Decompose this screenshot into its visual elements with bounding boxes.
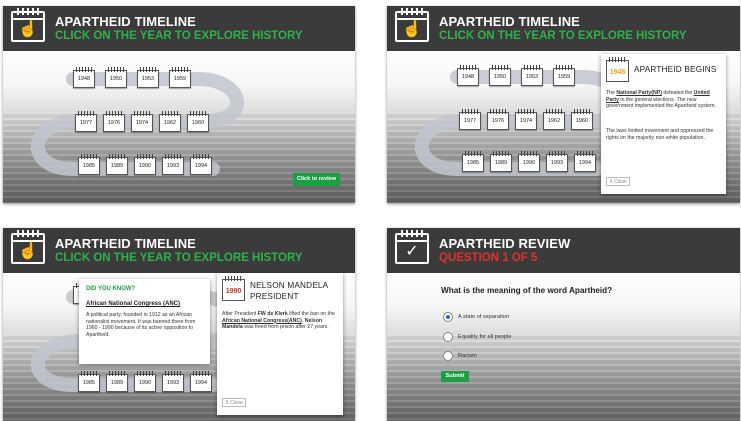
year-1977-button[interactable]: 1977 [75,111,97,132]
year-1950-button[interactable]: 1950 [489,65,511,86]
page-subtitle: CLICK ON THE YEAR TO EXPLORE HISTORY [55,30,303,42]
year-1976-button[interactable]: 1976 [487,109,509,130]
year-1950-button[interactable]: 1950 [105,67,127,88]
radio-button[interactable] [443,351,453,361]
year-1948-button[interactable]: 1948 [73,67,95,88]
year-1989-button[interactable]: 1989 [106,371,128,392]
popup-paragraph-2: The laws limited movement and oppressed … [606,128,714,141]
year-info-popup: 1948 APARTHEID BEGINS The National Party… [601,54,726,194]
year-1962-button[interactable]: 1962 [543,109,565,130]
year-1989-button[interactable]: 1989 [106,154,128,175]
year-1953-button[interactable]: 1953 [137,67,159,88]
header-bar: ☝ APARTHEID TIMELINE CLICK ON THE YEAR T… [387,6,740,51]
timeline-panel: ☝ APARTHEID TIMELINE CLICK ON THE YEAR T… [3,6,355,203]
popup-year: 1990 [225,288,242,295]
year-1948-button[interactable]: 1948 [457,65,479,86]
year-1985-button[interactable]: 1985 [78,371,100,392]
year-1993-button[interactable]: 1993 [162,154,184,175]
timeline-1948-panel: ☝ APARTHEID TIMELINE CLICK ON THE YEAR T… [387,6,740,203]
page-title: APARTHEID REVIEW [439,236,571,251]
year-1985-button[interactable]: 1985 [78,154,100,175]
calendar-hand-pointer-icon: ☝ [395,8,429,42]
year-1990-button[interactable]: 1990 [518,151,540,172]
calendar-icon: 1948 [606,57,629,82]
year-1994-button[interactable]: 1994 [190,154,212,175]
year-1994-button[interactable]: 1994 [190,371,212,392]
popup-heading: NELSON MANDELA PRESIDENT [250,281,328,301]
year-1989-button[interactable]: 1989 [490,151,512,172]
review-panel: ✓ APARTHEID REVIEW QUESTION 1 OF 5 What … [387,228,740,421]
question-text: What is the meaning of the word Aparthei… [441,286,613,295]
year-1993-button[interactable]: 1993 [162,371,184,392]
anc-link[interactable]: African National Congress(ANC) [222,318,302,324]
calendar-icon: 1990 [222,276,245,301]
year-1993-button[interactable]: 1993 [546,151,568,172]
popup-paragraph-1: After President FW de Klerk lifted the b… [222,311,335,331]
national-party-link[interactable]: National Party(NP) [616,90,662,96]
year-1977-button[interactable]: 1977 [459,109,481,130]
calendar-checkmark-icon: ✓ [395,230,429,264]
page-title: APARTHEID TIMELINE [55,14,196,29]
did-you-know-title: DID YOU KNOW? [86,286,136,292]
year-1959-button[interactable]: 1959 [553,65,575,86]
click-to-review-button[interactable]: Click to review [293,173,340,186]
year-1959-button[interactable]: 1959 [169,67,191,88]
anc-term: African National Congress (ANC) [86,301,181,307]
close-button[interactable]: X Close [222,398,246,407]
page-title: APARTHEID TIMELINE [55,236,196,251]
timeline-1990-panel: ☝ APARTHEID TIMELINE CLICK ON THE YEAR T… [3,228,355,421]
popup-year: 1948 [609,69,626,76]
question-counter: QUESTION 1 OF 5 [439,252,538,264]
anc-definition: A political party, founded in 1912 as an… [86,312,196,339]
year-1974-button[interactable]: 1974 [515,109,537,130]
radio-button[interactable] [443,312,453,322]
popup-heading: APARTHEID BEGINS [634,65,717,74]
year-info-popup: 1990 NELSON MANDELA PRESIDENT After Pres… [217,273,343,415]
page-subtitle: CLICK ON THE YEAR TO EXPLORE HISTORY [55,252,303,264]
calendar-hand-pointer-icon: ☝ [11,230,45,264]
year-1990-button[interactable]: 1990 [134,154,156,175]
popup-paragraph-1: The National Party(NP) defeated the Unit… [606,90,716,110]
did-you-know-popup: DID YOU KNOW? African National Congress … [79,279,210,364]
year-1962-button[interactable]: 1962 [159,111,181,132]
page-subtitle: CLICK ON THE YEAR TO EXPLORE HISTORY [439,30,687,42]
submit-button[interactable]: Submit [441,371,469,382]
year-1990-button[interactable]: 1990 [134,371,156,392]
year-1974-button[interactable]: 1974 [131,111,153,132]
page-title: APARTHEID TIMELINE [439,14,580,29]
background-image [387,273,740,421]
year-1976-button[interactable]: 1976 [103,111,125,132]
year-1994-button[interactable]: 1994 [574,151,596,172]
radio-button[interactable] [443,332,453,342]
calendar-hand-pointer-icon: ☝ [11,8,45,42]
header-bar: ✓ APARTHEID REVIEW QUESTION 1 OF 5 [387,228,740,273]
header-bar: ☝ APARTHEID TIMELINE CLICK ON THE YEAR T… [3,6,355,51]
year-1953-button[interactable]: 1953 [521,65,543,86]
year-1960-button[interactable]: 1960 [187,111,209,132]
year-1960-button[interactable]: 1960 [571,109,593,130]
header-bar: ☝ APARTHEID TIMELINE CLICK ON THE YEAR T… [3,228,355,273]
close-button[interactable]: X Close [606,177,630,186]
year-1985-button[interactable]: 1985 [462,151,484,172]
